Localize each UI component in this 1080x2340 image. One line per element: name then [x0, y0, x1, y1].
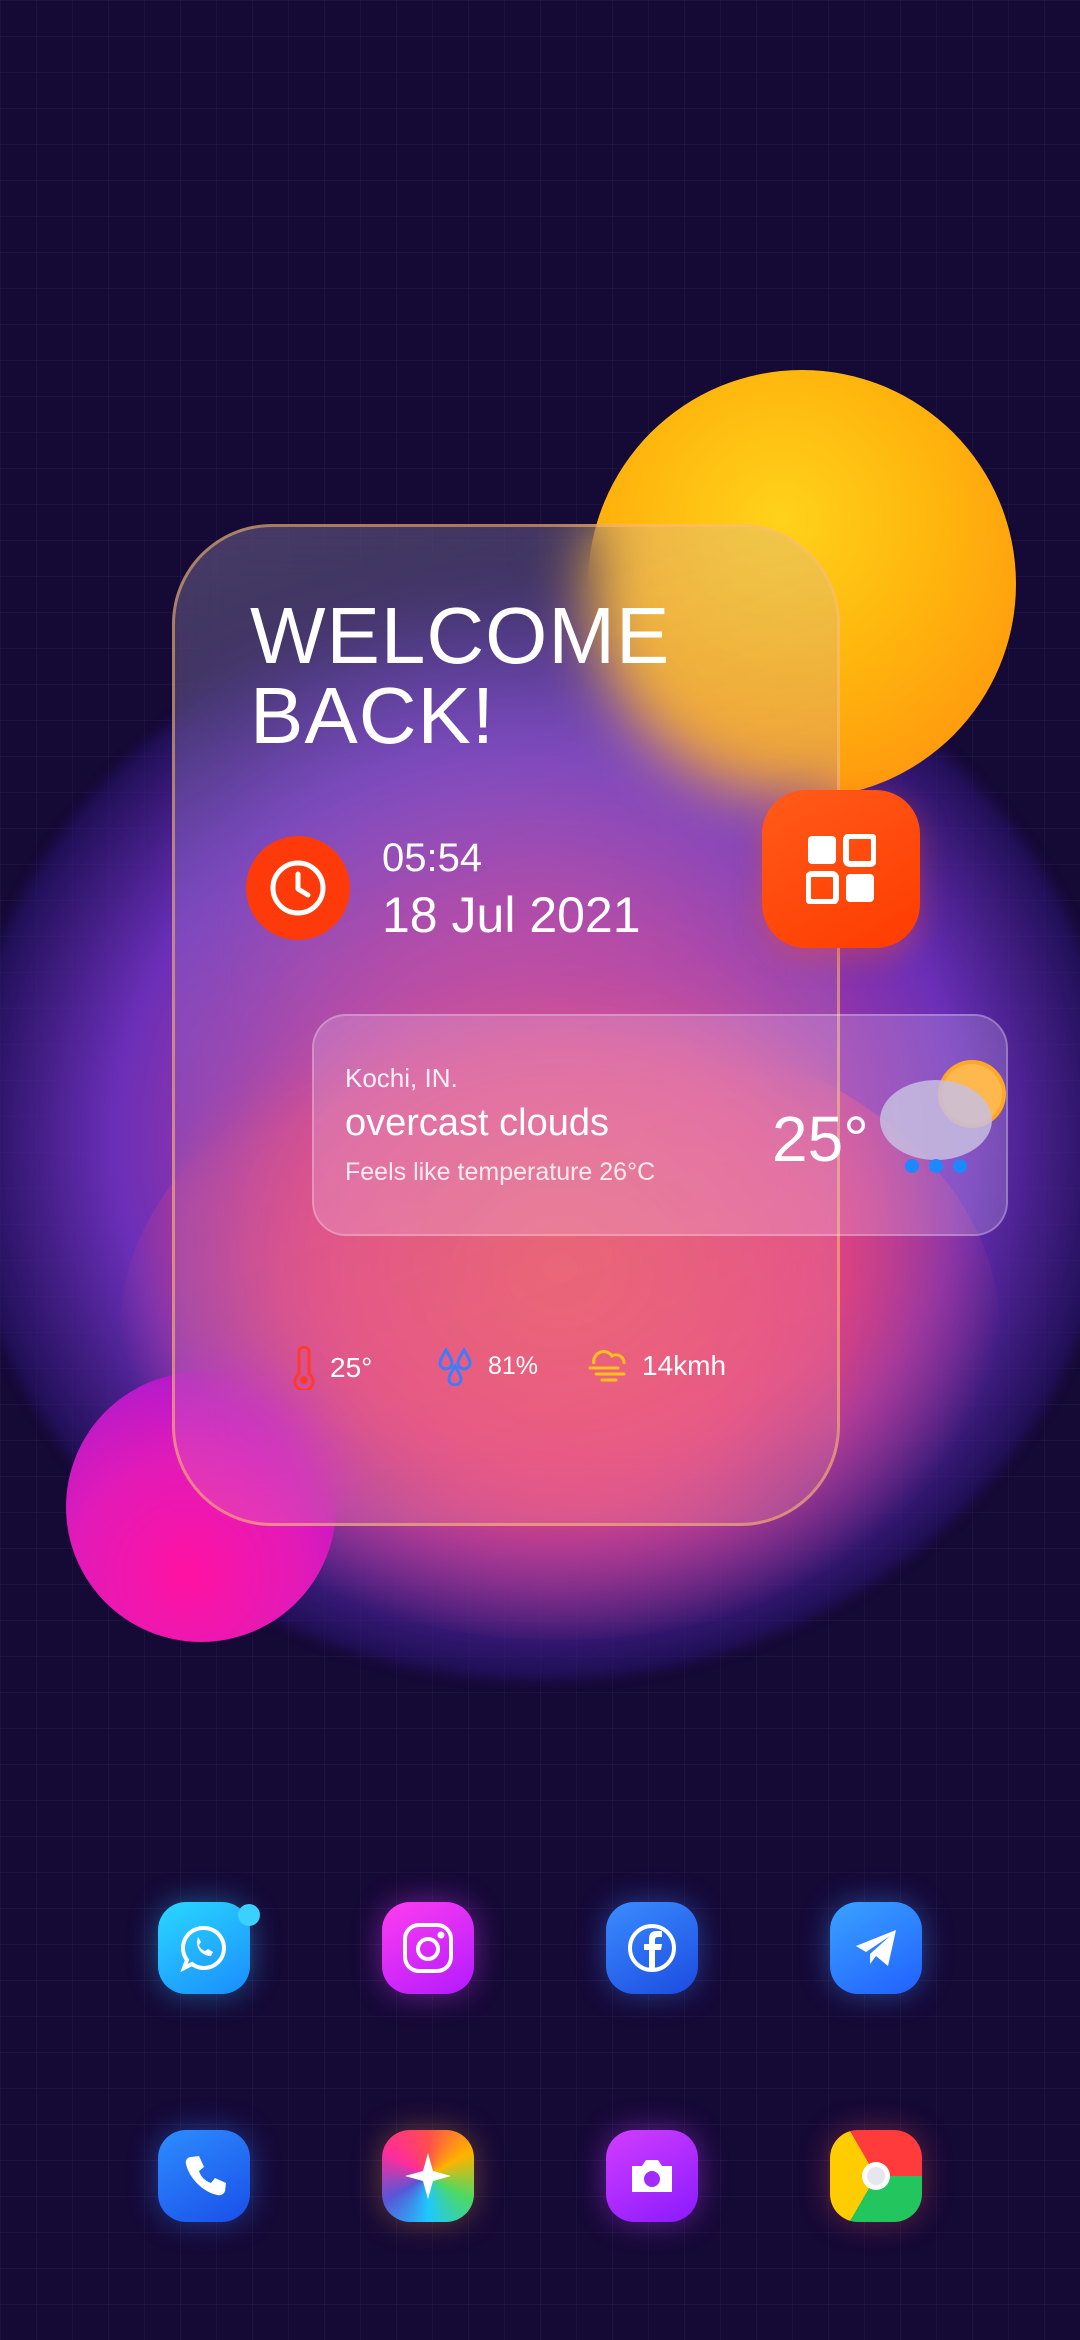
app-drawer-button[interactable] [762, 790, 920, 948]
clock-icon[interactable] [246, 836, 350, 940]
instagram-app-button[interactable] [382, 1902, 474, 1994]
messenger-icon [180, 1925, 226, 1973]
camera-icon [632, 2160, 672, 2192]
stat-wind-value: 14kmh [642, 1350, 727, 1381]
notification-badge [238, 1904, 260, 1926]
phone-icon [185, 2156, 226, 2196]
welcome-title: WELCOME BACK! [250, 591, 671, 760]
stat-temperature: 25° [290, 1346, 372, 1390]
thermometer-icon [293, 1346, 315, 1390]
photos-app-button[interactable] [382, 2130, 474, 2222]
chrome-app-button[interactable] [830, 2130, 922, 2222]
camera-app-button[interactable] [606, 2130, 698, 2222]
stat-wind: 14kmh [588, 1346, 726, 1386]
stat-temperature-value: 25° [330, 1352, 373, 1383]
stat-humidity: 81% [436, 1346, 538, 1386]
stat-humidity-value: 81% [488, 1351, 539, 1380]
weather-city: Kochi, IN. [345, 1063, 458, 1093]
grid-icon [806, 834, 876, 904]
chrome-icon [862, 2162, 890, 2190]
instagram-icon [403, 1923, 453, 1973]
water-drops-icon [438, 1346, 472, 1386]
weather-temperature: 25° [772, 1103, 869, 1175]
weather-feels-like: Feels like temperature 26°C [345, 1158, 656, 1186]
photos-icon [405, 2153, 451, 2199]
wind-icon [588, 1350, 626, 1382]
telegram-app-button[interactable] [830, 1902, 922, 1994]
weather-condition: overcast clouds [345, 1102, 610, 1144]
cloud-sun-rain-icon [880, 1060, 1006, 1173]
messenger-app-button[interactable] [158, 1902, 250, 1994]
facebook-icon [628, 1924, 676, 1972]
telegram-icon [856, 1930, 896, 1966]
clock-date: 18 Jul 2021 [382, 887, 641, 943]
clock-time: 05:54 [382, 836, 483, 880]
phone-app-button[interactable] [158, 2130, 250, 2222]
facebook-app-button[interactable] [606, 1902, 698, 1994]
